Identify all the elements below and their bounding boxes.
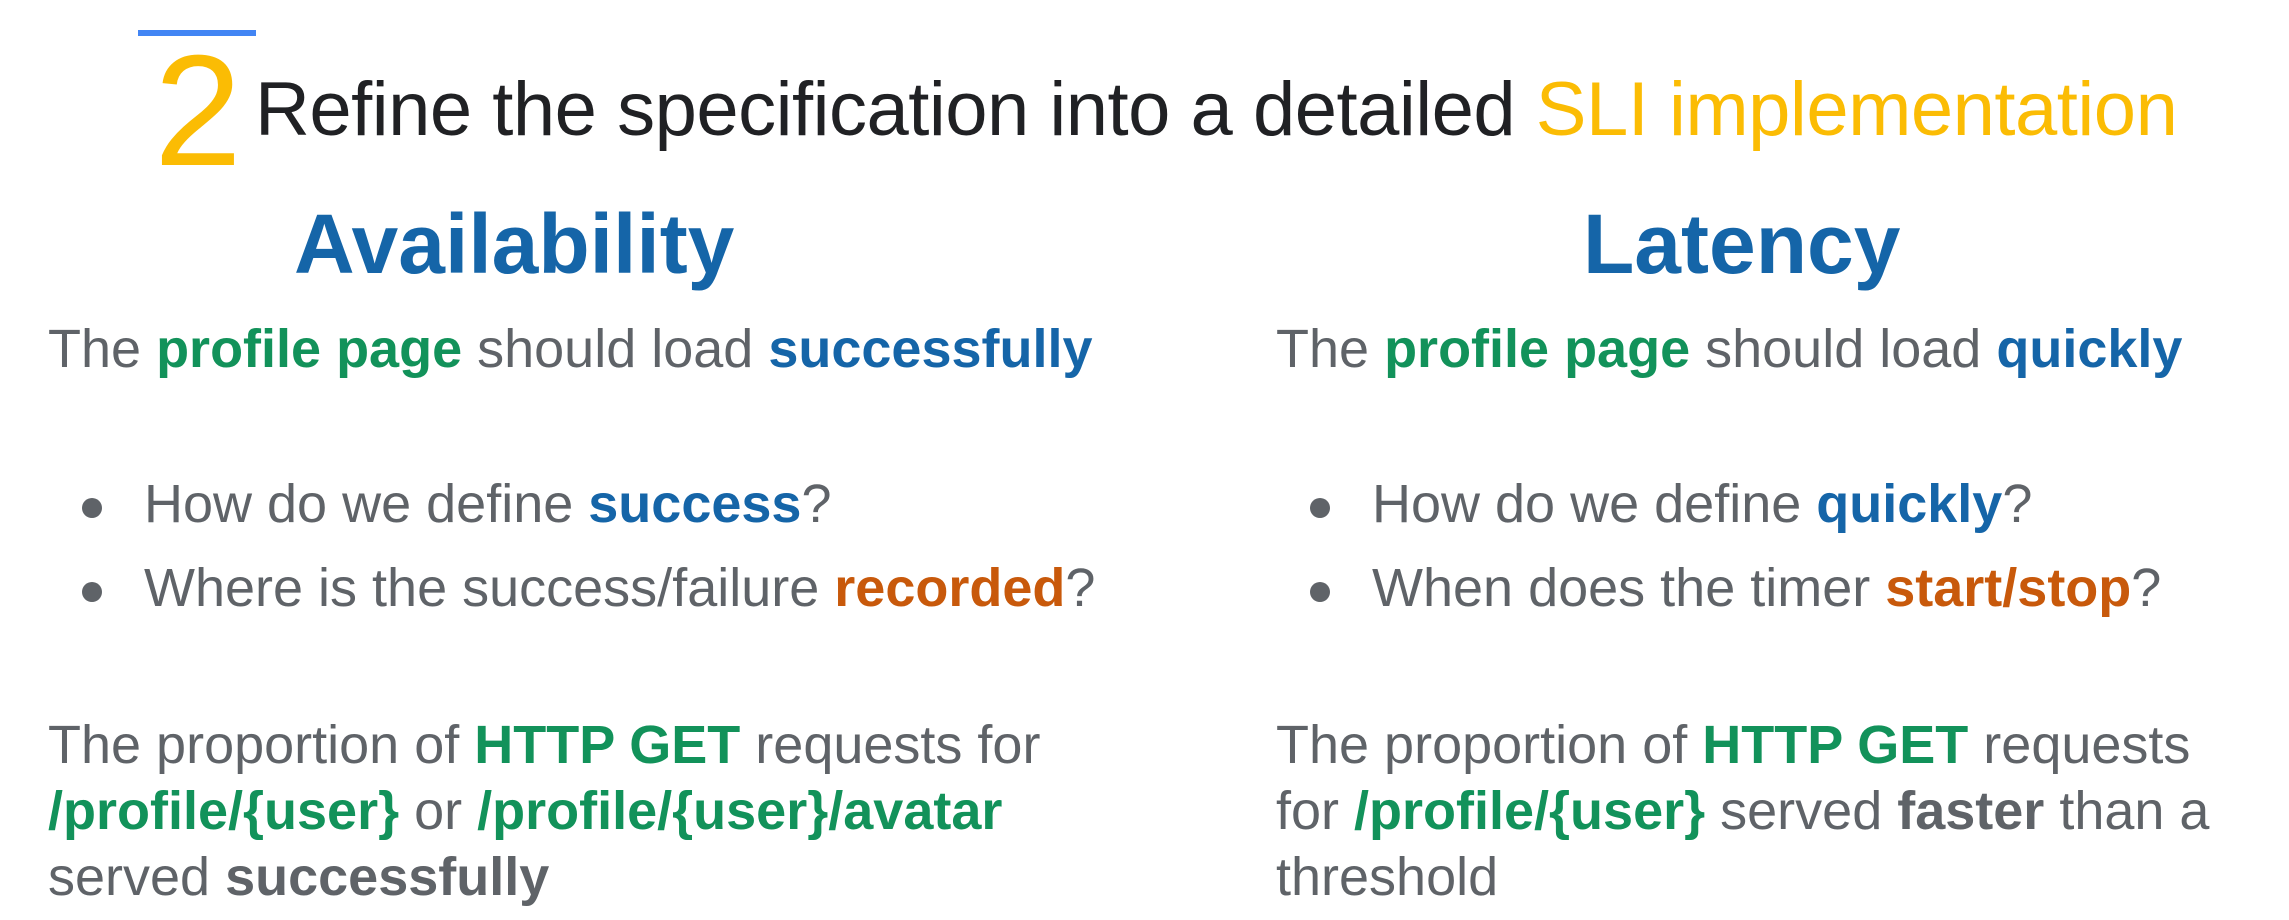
title-highlight: SLI implementation	[1535, 67, 2178, 152]
definition-key: HTTP GET	[474, 715, 741, 775]
statement-text: The	[48, 319, 157, 379]
question-text: ?	[801, 474, 832, 534]
statement-text: should load	[462, 319, 769, 379]
step-number: 2	[154, 23, 242, 199]
definition-key: faster	[1897, 781, 2045, 841]
definition-text: The proportion of	[1276, 715, 1703, 775]
definition-line: threshold	[1276, 844, 2209, 910]
definition-text: requests	[1968, 715, 2191, 775]
question-item: How do we define quickly?	[1276, 462, 2161, 546]
question-text: How do we define	[1372, 474, 1817, 534]
question-text: How do we define	[144, 474, 589, 534]
definition-text: threshold	[1276, 847, 1499, 907]
statement-subject: profile page	[156, 319, 463, 379]
availability-questions: How do we define success? Where is the s…	[48, 462, 1095, 630]
title-text: Refine the specification into a detailed	[255, 67, 1536, 152]
question-text: ?	[1065, 558, 1096, 618]
question-text: ?	[2002, 474, 2033, 534]
question-item: Where is the success/failure recorded?	[48, 546, 1095, 630]
definition-text: The proportion of	[48, 715, 475, 775]
definition-line: The proportion of HTTP GET requests	[1276, 712, 2209, 778]
latency-questions: How do we define quickly? When does the …	[1276, 462, 2161, 630]
availability-statement: The profile page should load successfull…	[48, 318, 1093, 380]
definition-path: /profile/{user}/avatar	[477, 781, 1003, 841]
definition-path: /profile/{user}	[48, 781, 400, 841]
definition-path: /profile/{user}	[1354, 781, 1706, 841]
question-key: recorded	[834, 558, 1066, 618]
definition-text: served	[1705, 781, 1898, 841]
question-key: start/stop	[1885, 558, 2132, 618]
question-item: How do we define success?	[48, 462, 1095, 546]
definition-line: The proportion of HTTP GET requests for	[48, 712, 1040, 778]
question-text: Where is the success/failure	[144, 558, 835, 618]
definition-text: requests for	[740, 715, 1041, 775]
definition-key: successfully	[225, 847, 550, 907]
bullet-icon	[1310, 498, 1330, 518]
bullet-icon	[82, 498, 102, 518]
statement-text: The	[1276, 319, 1385, 379]
latency-statement: The profile page should load quickly	[1276, 318, 2182, 380]
statement-quality: successfully	[768, 319, 1093, 379]
latency-heading: Latency	[1583, 197, 1901, 291]
question-text: When does the timer	[1372, 558, 1886, 618]
statement-text: should load	[1690, 319, 1997, 379]
slide-title: Refine the specification into a detailed…	[255, 67, 2178, 152]
bullet-icon	[1310, 582, 1330, 602]
definition-text: or	[399, 781, 478, 841]
availability-heading: Availability	[294, 197, 735, 291]
question-key: success	[588, 474, 802, 534]
definition-text: served	[48, 847, 226, 907]
definition-line: /profile/{user} or /profile/{user}/avata…	[48, 778, 1040, 844]
definition-line: for /profile/{user} served faster than a	[1276, 778, 2209, 844]
definition-text: for	[1276, 781, 1355, 841]
definition-key: HTTP GET	[1702, 715, 1969, 775]
statement-subject: profile page	[1384, 319, 1691, 379]
question-key: quickly	[1816, 474, 2003, 534]
availability-definition: The proportion of HTTP GET requests for …	[48, 712, 1040, 910]
definition-text: than a	[2044, 781, 2210, 841]
definition-line: served successfully	[48, 844, 1040, 910]
question-text: ?	[2131, 558, 2162, 618]
bullet-icon	[82, 582, 102, 602]
statement-quality: quickly	[1996, 319, 2183, 379]
question-item: When does the timer start/stop?	[1276, 546, 2161, 630]
latency-definition: The proportion of HTTP GET requests for …	[1276, 712, 2209, 910]
